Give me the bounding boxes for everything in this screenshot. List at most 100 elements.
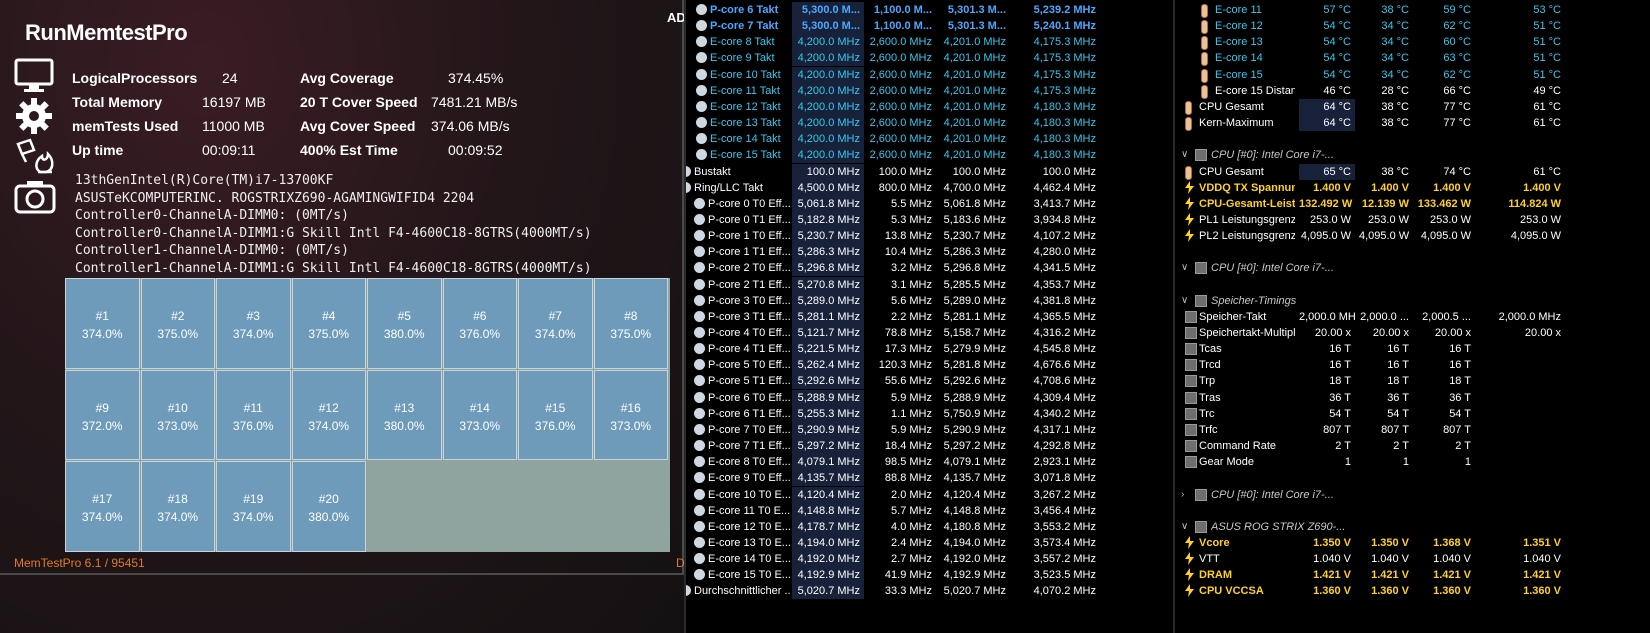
system-info-line: 13thGenIntel(R)Core(TM)i7-13700KF (75, 173, 334, 188)
sensor-row[interactable]: E-core 10 T0 E... 4,120.4 MHz 2.0 MHz 4,120… (686, 486, 1173, 503)
sensor-row[interactable]: P-core 7 Takt 5,300.0 M... 1,100.0 M... 5,3… (686, 18, 1173, 35)
sensor-row[interactable]: P-core 5 T0 Eff... 5,262.4 MHz 120.3 MHz 5,… (686, 357, 1173, 374)
sensor-row[interactable]: E-core 14 T0 E... 4,192.0 MHz 2.7 MHz 4,192… (686, 551, 1173, 568)
sensor-row[interactable]: P-core 7 T0 Eff... 5,290.9 MHz 5.9 MHz 5,29… (686, 421, 1173, 438)
sensor-row[interactable]: E-core 8 Takt 4,200.0 MHz 2,600.0 MHz 4,201… (686, 34, 1173, 51)
chevron-down-icon[interactable]: ∨ (1181, 260, 1188, 276)
sensor-max: 4,201.0 MHz (943, 68, 1006, 81)
sensor-avg: 4,292.8 MHz (1033, 440, 1096, 453)
sensor-row[interactable]: P-core 1 T0 Eff... 5,230.7 MHz 13.8 MHz 5,2… (686, 228, 1173, 245)
sensor-row[interactable]: Tcas 16 T 16 T 16 T (1175, 341, 1650, 357)
sensor-group-header[interactable]: ∨ CPU [#0]: Intel Core i7-... (1175, 260, 1650, 276)
gear-icon[interactable] (14, 96, 54, 136)
monitor-icon[interactable] (14, 58, 54, 94)
sensor-row[interactable]: Command Rate 2 T 2 T 2 T (1175, 438, 1650, 454)
sensor-row[interactable]: E-core 11 57 °C 38 °C 59 °C 53 °C (1175, 2, 1650, 18)
sensor-row[interactable]: Kern-Maximum 64 °C 38 °C 77 °C 61 °C (1175, 115, 1650, 132)
sensor-row[interactable]: E-core 15 Distanz zu... 46 °C 28 °C 66 °C 49… (1175, 83, 1650, 99)
sensor-row[interactable]: E-core 15 54 °C 34 °C 62 °C 51 °C (1175, 67, 1650, 83)
chip-icon (1185, 456, 1197, 469)
sensor-avg: 4,175.3 MHz (1033, 68, 1096, 81)
sensor-row[interactable]: CPU Gesamt 64 °C 38 °C 77 °C 61 °C (1175, 98, 1650, 115)
sensor-row[interactable]: E-core 11 Takt 4,200.0 MHz 2,600.0 MHz 4,20… (686, 82, 1173, 99)
sensor-row[interactable]: E-core 14 Takt 4,200.0 MHz 2,600.0 MHz 4,20… (686, 131, 1173, 148)
sensor-name: P-core 7 T0 Eff... (708, 423, 790, 436)
sensor-row[interactable]: P-core 2 T0 Eff... 5,296.8 MHz 3.2 MHz 5,29… (686, 260, 1173, 277)
sensor-row[interactable]: E-core 9 Takt 4,200.0 MHz 2,600.0 MHz 4,201… (686, 50, 1173, 67)
sensor-row[interactable]: Trcd 16 T 16 T 16 T (1175, 357, 1650, 373)
sensor-row[interactable]: E-core 10 Takt 4,200.0 MHz 2,600.0 MHz 4,20… (686, 66, 1173, 83)
sensor-row[interactable]: Trp 18 T 18 T 18 T (1175, 373, 1650, 389)
sensor-row[interactable]: P-core 1 T1 Eff... 5,286.3 MHz 10.4 MHz 5,2… (686, 244, 1173, 261)
sensor-row[interactable]: VTT 1.040 V 1.040 V 1.040 V 1.040 V (1175, 551, 1650, 567)
thread-id: #17 (92, 492, 113, 506)
sensor-row[interactable]: DRAM 1.421 V 1.421 V 1.421 V 1.421 V (1175, 567, 1650, 583)
hwinfo-sensors-right[interactable]: E-core 11 57 °C 38 °C 59 °C 53 °C E-core 12 54… (1175, 0, 1650, 633)
sensor-min: 1.1 MHz (891, 407, 932, 420)
thread-cell: #18 374.0% (140, 461, 215, 552)
chip-icon (1195, 294, 1207, 307)
sensor-group-header[interactable]: ∨ Speicher-Timings (1175, 293, 1650, 309)
sensor-row[interactable]: P-core 7 T1 Eff... 5,297.2 MHz 18.4 MHz 5,2… (686, 438, 1173, 455)
cleanup-icon[interactable] (14, 138, 56, 174)
sensor-row[interactable]: Speicher-Takt 2,000.0 MHz 2,000.0 ... 2,000… (1175, 309, 1650, 325)
sensor-group-header[interactable]: › CPU [#0]: Intel Core i7-... (1175, 487, 1650, 503)
sensor-avg: 4,180.3 MHz (1033, 133, 1096, 146)
sensor-row[interactable]: P-core 3 T1 Eff... 5,281.1 MHz 2.2 MHz 5,28… (686, 308, 1173, 325)
sensor-row[interactable]: CPU-Gesamt-Leistun... 132.492 W 12.139 W 13… (1175, 196, 1650, 212)
sensor-group-header[interactable]: ∨ CPU [#0]: Intel Core i7-... (1175, 147, 1650, 163)
sensor-row[interactable]: P-core 0 T1 Eff... 5,182.8 MHz 5.3 MHz 5,18… (686, 211, 1173, 228)
sensor-row[interactable]: VDDQ TX Spannung 1.400 V 1.400 V 1.400 V 1.4… (1175, 180, 1650, 196)
sensor-row[interactable]: E-core 14 54 °C 34 °C 63 °C 51 °C (1175, 50, 1650, 67)
sensor-row[interactable]: CPU VCCSA 1.360 V 1.360 V 1.360 V 1.360 V (1175, 583, 1650, 599)
sensor-row[interactable]: E-core 13 54 °C 34 °C 60 °C 51 °C (1175, 34, 1650, 51)
sensor-row[interactable]: E-core 13 T0 E... 4,194.0 MHz 2.4 MHz 4,194… (686, 534, 1173, 551)
sensor-row[interactable]: E-core 12 54 °C 34 °C 62 °C 51 °C (1175, 18, 1650, 35)
sensor-row[interactable]: Durchschnittlicher ... 5,020.7 MHz 33.3 MH… (686, 583, 1173, 600)
camera-icon[interactable] (14, 178, 56, 214)
sensor-row[interactable]: P-core 0 T0 Eff... 5,061.8 MHz 5.5 MHz 5,06… (686, 195, 1173, 212)
sensor-row[interactable]: E-core 15 Takt 4,200.0 MHz 2,600.0 MHz 4,20… (686, 147, 1173, 164)
sensor-row[interactable]: P-core 6 T0 Eff... 5,288.9 MHz 5.9 MHz 5,28… (686, 389, 1173, 406)
sensor-row[interactable]: Speichertakt-Multiplikator 20.00 x 20.00 x… (1175, 325, 1650, 341)
sensor-row[interactable]: E-core 15 T0 E... 4,192.9 MHz 41.9 MHz 4,19… (686, 567, 1173, 584)
sensor-row[interactable]: PL1 Leistungsgrenze 253.0 W 253.0 W 253.0 W… (1175, 212, 1650, 228)
sensor-row[interactable]: P-core 5 T1 Eff... 5,292.6 MHz 55.6 MHz 5,2… (686, 373, 1173, 390)
sensor-row[interactable]: CPU Gesamt 65 °C 38 °C 74 °C 61 °C (1175, 163, 1650, 180)
sensor-row[interactable]: E-core 12 Takt 4,200.0 MHz 2,600.0 MHz 4,20… (686, 98, 1173, 115)
hwinfo-sensors-left[interactable]: P-core 6 Takt 5,300.0 M... 1,100.0 M... 5,3… (686, 0, 1173, 633)
thread-coverage: 374.0% (308, 418, 350, 433)
sensor-row[interactable]: P-core 6 T1 Eff... 5,255.3 MHz 1.1 MHz 5,75… (686, 405, 1173, 422)
sensor-row[interactable]: Trc 54 T 54 T 54 T (1175, 406, 1650, 422)
sensor-row[interactable]: PL2 Leistungsgrenze 4,095.0 W 4,095.0 W 4,0… (1175, 228, 1650, 244)
chevron-right-icon[interactable]: › (1181, 487, 1184, 503)
sensor-row[interactable]: Bustakt 100.0 MHz 100.0 MHz 100.0 MHz 100.0 … (686, 163, 1173, 180)
sensor-row[interactable]: E-core 8 T0 Eff... 4,079.1 MHz 98.5 MHz 4,0… (686, 454, 1173, 471)
sensor-avg: 51 °C (1533, 68, 1561, 81)
sensor-row[interactable]: P-core 6 Takt 5,300.0 M... 1,100.0 M... 5,3… (686, 2, 1173, 18)
sensor-row[interactable]: Trfc 807 T 807 T 807 T (1175, 422, 1650, 438)
chevron-down-icon[interactable]: ∨ (1181, 519, 1188, 535)
sensor-current: 5,281.1 MHz (792, 308, 864, 325)
sensor-row[interactable]: P-core 4 T1 Eff... 5,221.5 MHz 17.3 MHz 5,2… (686, 341, 1173, 358)
sensor-row[interactable]: P-core 4 T0 Eff... 5,121.7 MHz 78.8 MHz 5,1… (686, 325, 1173, 341)
sensor-row[interactable]: Tras 36 T 36 T 36 T (1175, 390, 1650, 406)
sensor-max: 5,297.2 MHz (943, 440, 1006, 453)
sensor-row[interactable]: Vcore 1.350 V 1.350 V 1.368 V 1.351 V (1175, 535, 1650, 551)
sensor-row[interactable]: E-core 11 T0 E... 4,148.8 MHz 5.7 MHz 4,148… (686, 502, 1173, 519)
sensor-row[interactable]: E-core 12 T0 E... 4,178.7 MHz 4.0 MHz 4,180… (686, 518, 1173, 535)
spacer-row (1175, 277, 1650, 293)
sensor-min: 36 T (1387, 391, 1409, 404)
sensor-row[interactable]: E-core 9 T0 Eff... 4,135.7 MHz 88.8 MHz 4,1… (686, 470, 1173, 487)
sensor-row[interactable]: Ring/LLC Takt 4,500.0 MHz 800.0 MHz 4,700.0… (686, 179, 1173, 196)
sensor-current: 4,135.7 MHz (792, 470, 864, 487)
chevron-down-icon[interactable]: ∨ (1181, 293, 1188, 309)
sensor-row[interactable]: P-core 2 T1 Eff... 5,270.8 MHz 3.1 MHz 5,28… (686, 276, 1173, 293)
chevron-down-icon[interactable]: ∨ (1181, 147, 1188, 163)
sensor-avg: 5,239.2 MHz (1033, 4, 1096, 16)
sensor-row[interactable]: Gear Mode 1 1 1 (1175, 454, 1650, 470)
thread-id: #14 (469, 400, 490, 415)
sensor-row[interactable]: E-core 13 Takt 4,200.0 MHz 2,600.0 MHz 4,20… (686, 115, 1173, 132)
sensor-group-header[interactable]: ∨ ASUS ROG STRIX Z690-... (1175, 519, 1650, 535)
sensor-row[interactable]: P-core 3 T0 Eff... 5,289.0 MHz 5.6 MHz 5,28… (686, 292, 1173, 309)
